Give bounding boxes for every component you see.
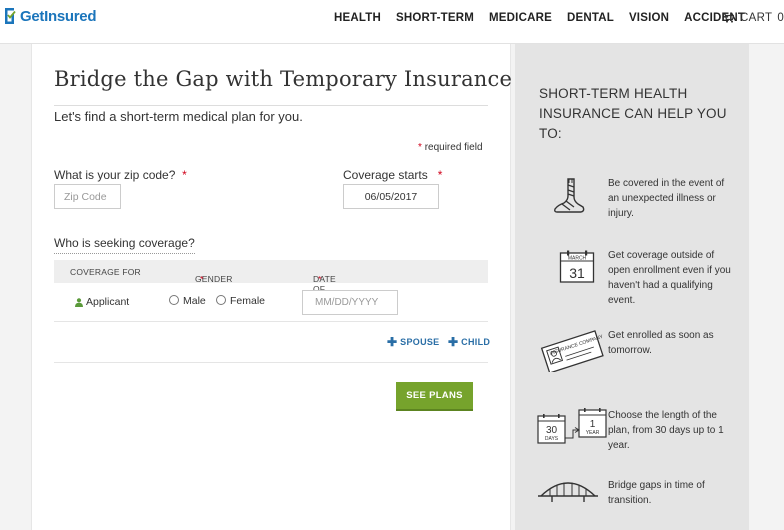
applicant-label: Applicant	[86, 296, 130, 308]
main-nav: HEALTH SHORT-TERM MEDICARE DENTAL VISION…	[334, 12, 760, 24]
bridge-icon	[538, 476, 598, 507]
page-subtitle: Let's find a short-term medical plan for…	[54, 109, 303, 124]
calendar-month: MARCH	[568, 256, 587, 262]
gender-male-option[interactable]: Male	[169, 295, 206, 307]
female-label: Female	[230, 295, 266, 307]
benefit-4-text: Choose the length of the plan, from 30 d…	[608, 410, 724, 451]
coverage-required-star: *	[437, 168, 443, 182]
required-note-text: required field	[424, 142, 483, 153]
days-number: 30	[546, 425, 558, 436]
benefit-5-text: Bridge gaps in time of transition.	[608, 480, 705, 506]
insurance-card-icon: INSURANCE COMPANY	[540, 330, 605, 377]
zip-placeholder: Zip Code	[64, 190, 107, 203]
dob-input[interactable]: MM/DD/YYYY	[302, 290, 398, 315]
days-label: DAYS	[545, 436, 559, 442]
benefits-sidebar: SHORT-TERM HEALTH INSURANCE CAN HELP YOU…	[515, 44, 749, 530]
coverage-date-input[interactable]: 06/05/2017	[343, 184, 439, 209]
see-plans-button[interactable]: SEE PLANS	[396, 382, 473, 411]
top-navigation-bar: GetInsured HEALTH SHORT-TERM MEDICARE DE…	[0, 0, 784, 44]
sidebar-heading: SHORT-TERM HEALTH INSURANCE CAN HELP YOU…	[539, 86, 727, 141]
cart-icon	[723, 13, 734, 23]
user-icon	[75, 297, 83, 307]
add-spouse-label: SPOUSE	[400, 337, 440, 347]
seeking-coverage-label: Who is seeking coverage?	[54, 236, 195, 254]
year-number: 1	[590, 419, 596, 430]
nav-short-term[interactable]: SHORT-TERM	[396, 12, 474, 24]
logo-text: GetInsured	[20, 7, 97, 25]
main-form-panel: Bridge the Gap with Temporary Insurance …	[31, 44, 513, 530]
cart-link[interactable]: CART 0	[723, 12, 784, 24]
title-divider	[54, 105, 488, 106]
required-note: * required field	[418, 142, 483, 153]
zip-required-star: *	[182, 168, 187, 182]
logo[interactable]: GetInsured	[4, 7, 96, 25]
coverage-starts-label: Coverage starts *	[343, 168, 442, 182]
male-label: Male	[183, 295, 206, 307]
coverage-table-header: COVERAGE FOR GENDER * DATE OF BIRTH *	[54, 260, 488, 304]
coverage-starts-text: Coverage starts	[343, 168, 428, 182]
nav-vision[interactable]: VISION	[629, 12, 669, 24]
cart-label: CART	[740, 12, 773, 24]
cart-count: 0	[777, 12, 784, 24]
zip-label: What is your zip code? *	[54, 168, 187, 182]
nav-medicare[interactable]: MEDICARE	[489, 12, 552, 24]
add-child-label: CHILD	[461, 337, 491, 347]
add-spouse-link[interactable]: ✚ SPOUSE	[387, 335, 439, 349]
year-label: YEAR	[586, 430, 600, 436]
calendar-icon: MARCH 31	[559, 250, 595, 289]
benefit-2-text: Get coverage outside of open enrollment …	[608, 250, 731, 306]
benefit-1-text: Be covered in the event of an unexpected…	[608, 178, 725, 219]
add-child-link[interactable]: ✚ CHILD	[448, 335, 490, 349]
calendar-day: 31	[569, 265, 585, 281]
nav-health[interactable]: HEALTH	[334, 12, 381, 24]
male-radio[interactable]	[169, 295, 179, 305]
form-divider	[54, 362, 488, 363]
col-gender: GENDER *	[195, 267, 232, 284]
col-coverage-for: COVERAGE FOR	[70, 267, 141, 277]
gender-female-option[interactable]: Female	[216, 295, 265, 307]
plus-icon: ✚	[387, 335, 398, 349]
duration-icon: 30 DAYS 1 YEAR	[537, 408, 609, 451]
dob-placeholder: MM/DD/YYYY	[315, 297, 379, 308]
applicant-cell: Applicant	[75, 296, 129, 308]
page-background-right	[749, 44, 784, 530]
page-title: Bridge the Gap with Temporary Insurance	[54, 67, 513, 91]
nav-dental[interactable]: DENTAL	[567, 12, 614, 24]
required-star: *	[418, 142, 422, 153]
coverage-date-value: 06/05/2017	[364, 190, 418, 203]
plus-icon: ✚	[448, 335, 459, 349]
injured-leg-icon	[552, 177, 586, 222]
benefit-3-text: Get enrolled as soon as tomorrow.	[608, 330, 714, 356]
zip-input[interactable]: Zip Code	[54, 184, 121, 209]
zip-label-text: What is your zip code?	[54, 168, 176, 182]
applicant-row: Applicant Male Female MM/DD/YYYY	[54, 283, 488, 322]
logo-check-icon	[4, 7, 16, 25]
female-radio[interactable]	[216, 295, 226, 305]
col-dob: DATE OF BIRTH *	[313, 267, 339, 304]
